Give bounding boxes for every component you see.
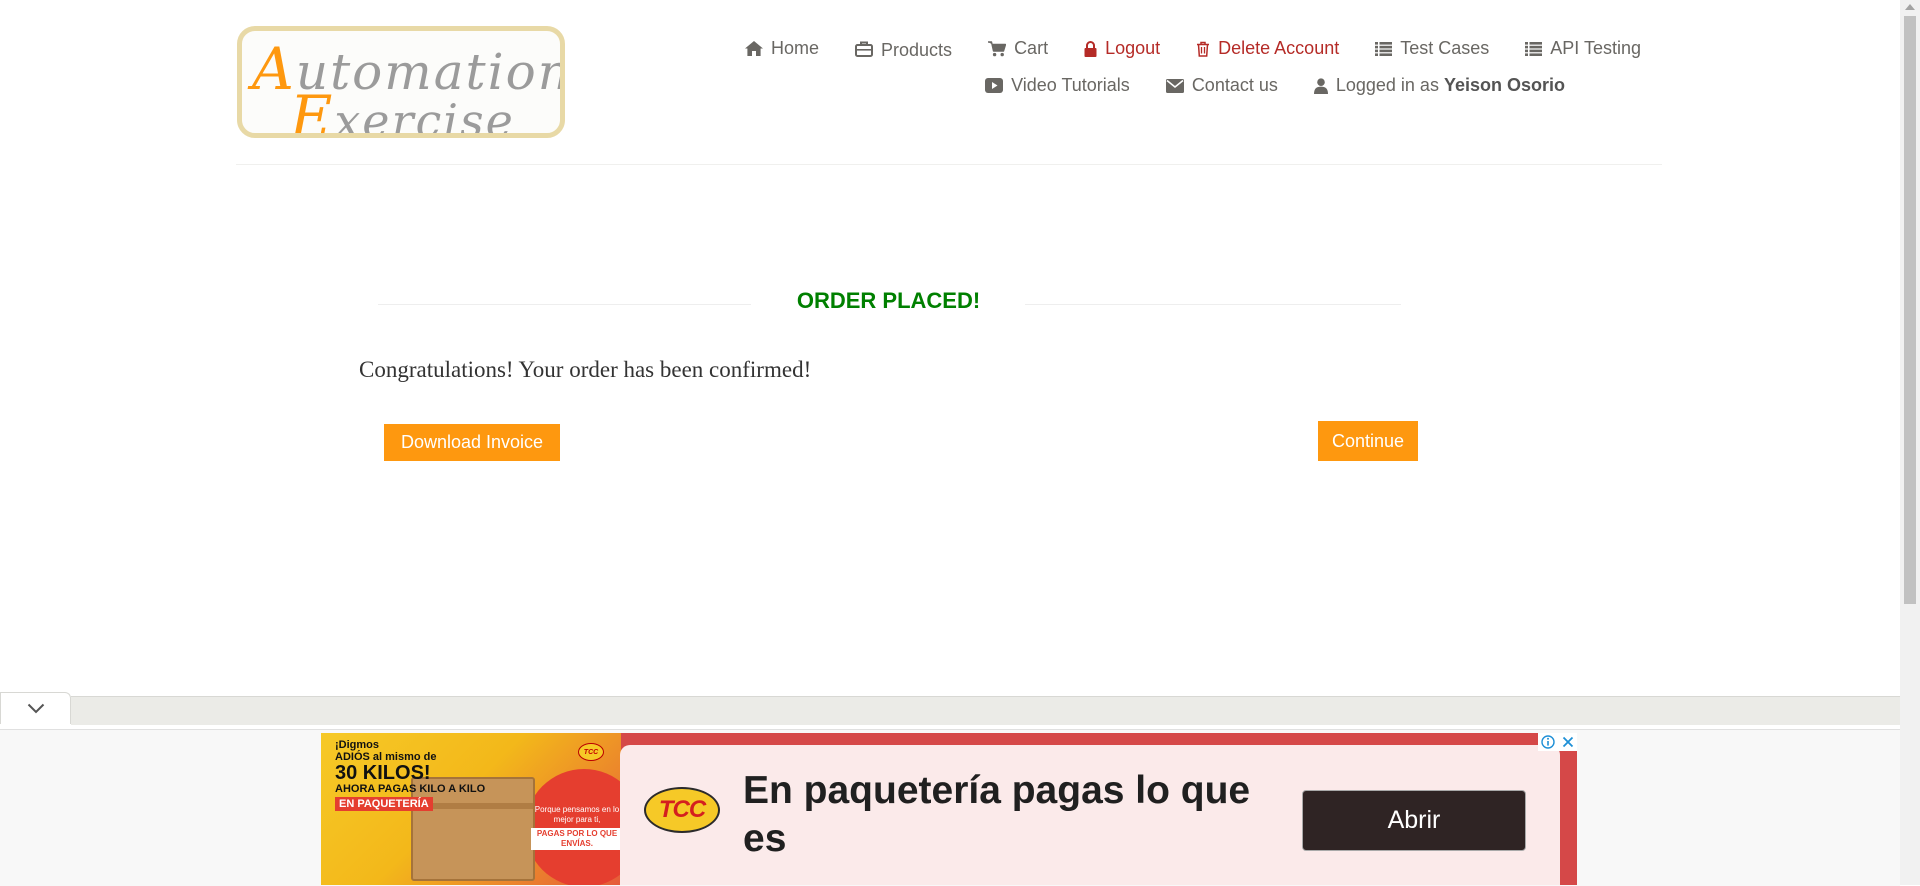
ad-banner[interactable]: ¡Digmos ADIÓS al mismo de 30 KILOS! AHOR…	[321, 733, 1577, 885]
nav-video-tutorials[interactable]: Video Tutorials	[985, 75, 1130, 96]
nav-test-cases[interactable]: Test Cases	[1375, 38, 1489, 59]
list-icon	[1375, 41, 1393, 56]
ad-anchor-strip	[0, 692, 1900, 729]
ad-brand-logo: TCC	[644, 787, 720, 833]
user-icon	[1313, 77, 1328, 94]
cart-icon	[988, 40, 1007, 56]
order-placed-title: ORDER PLACED!	[796, 288, 981, 313]
trash-icon	[1197, 41, 1210, 57]
nav-products[interactable]: Products	[855, 38, 953, 60]
ad-info-icon[interactable]	[1541, 735, 1555, 749]
main-nav-row-2: Video Tutorials Contact us Logged in as …	[985, 75, 1565, 96]
briefcase-icon	[855, 41, 874, 57]
nav-cart[interactable]: Cart	[988, 38, 1048, 59]
nav-delete-account-label: Delete Account	[1218, 38, 1340, 58]
ad-headline[interactable]: En paquetería pagas lo que es	[743, 767, 1303, 863]
ad-close-icon[interactable]	[1562, 736, 1574, 748]
nav-cart-label: Cart	[1014, 38, 1049, 58]
main-nav-row-1: Home Products Cart Logout Delete Account…	[745, 38, 1641, 60]
page-scrollbar[interactable]	[1900, 0, 1920, 885]
ad-image-caption: Porque pensamos en lo mejor para ti, PAG…	[531, 805, 623, 850]
order-confirmation-message: Congratulations! Your order has been con…	[359, 357, 812, 382]
ad-image-brand-logo: TCC	[578, 743, 604, 761]
ad-open-button[interactable]: Abrir	[1302, 790, 1526, 851]
nav-contact-us-label: Contact us	[1191, 75, 1278, 95]
ad-choices	[1538, 733, 1577, 751]
nav-contact-us[interactable]: Contact us	[1165, 75, 1278, 96]
nav-home-label: Home	[771, 38, 820, 58]
home-icon	[745, 41, 763, 56]
nav-delete-account[interactable]: Delete Account	[1196, 38, 1339, 59]
nav-home[interactable]: Home	[745, 38, 819, 59]
ad-anchor-band	[71, 696, 1900, 725]
envelope-icon	[1165, 78, 1184, 93]
chevron-down-icon	[27, 703, 44, 714]
logged-in-username: Yeison Osorio	[1443, 75, 1565, 95]
ad-image[interactable]: ¡Digmos ADIÓS al mismo de 30 KILOS! AHOR…	[321, 733, 643, 885]
logged-in-prefix: Logged in as	[1335, 75, 1439, 95]
scrollbar-thumb[interactable]	[1904, 16, 1916, 604]
nav-logout-label: Logout	[1105, 38, 1161, 58]
ad-collapse-toggle[interactable]	[0, 692, 71, 724]
logged-in-status: Logged in as Yeison Osorio	[1313, 75, 1565, 96]
ad-promo-text: ¡Digmos ADIÓS al mismo de 30 KILOS! AHOR…	[335, 739, 486, 811]
scroll-up-arrow-icon[interactable]	[1905, 4, 1915, 10]
nav-api-testing-label: API Testing	[1550, 38, 1641, 58]
ad-card[interactable]: TCC En paquetería pagas lo que es Abrir	[620, 745, 1560, 885]
continue-button[interactable]: Continue	[1318, 421, 1418, 461]
nav-api-testing[interactable]: API Testing	[1525, 38, 1641, 59]
nav-video-tutorials-label: Video Tutorials	[1011, 75, 1130, 95]
lock-icon	[1084, 40, 1097, 57]
download-invoice-button[interactable]: Download Invoice	[384, 424, 560, 461]
header-divider	[236, 164, 1662, 165]
nav-products-label: Products	[881, 40, 953, 60]
site-logo[interactable]: Automation Exercise	[237, 26, 565, 138]
nav-test-cases-label: Test Cases	[1400, 38, 1490, 58]
youtube-play-icon	[985, 78, 1004, 93]
nav-logout[interactable]: Logout	[1084, 38, 1160, 59]
list-icon	[1525, 41, 1543, 56]
logo-line-2: Exercise	[290, 83, 515, 138]
